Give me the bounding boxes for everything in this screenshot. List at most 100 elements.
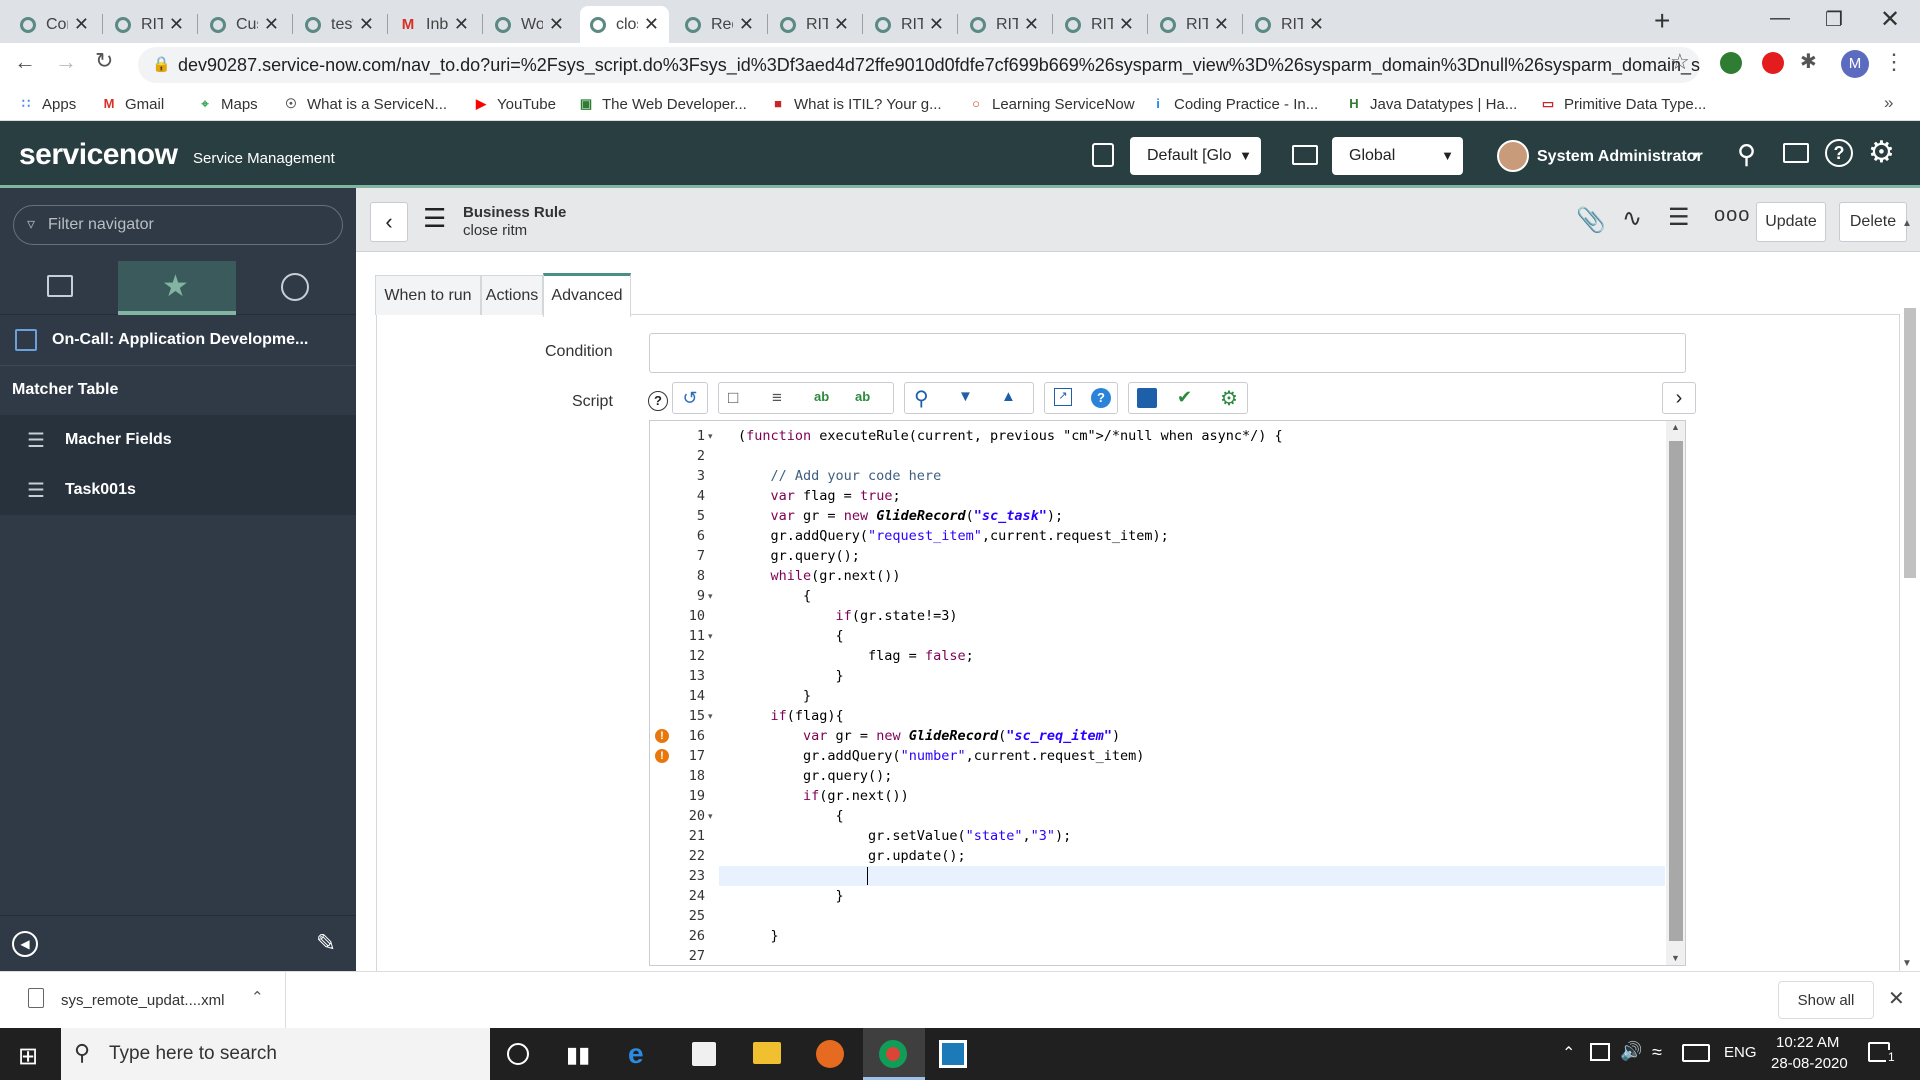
close-tab-icon[interactable]: ✕ — [549, 14, 564, 35]
back-icon[interactable]: ← — [14, 49, 36, 75]
update-set-icon[interactable] — [1092, 143, 1114, 167]
expand-toolbar-button[interactable]: › — [1662, 382, 1696, 414]
browser-tab[interactable]: RITM ✕ — [770, 6, 859, 43]
close-tab-icon[interactable]: ✕ — [834, 14, 849, 35]
history-clock-icon[interactable] — [281, 273, 309, 301]
tab-advanced[interactable]: Advanced — [543, 273, 631, 317]
user-name[interactable]: System Administrator — [1537, 148, 1703, 166]
user-menu-chevron-icon[interactable]: ▼ — [1690, 150, 1701, 162]
bookmark-item[interactable]: M Gmail — [101, 87, 165, 121]
close-tab-icon[interactable]: ✕ — [1119, 14, 1134, 35]
more-options-icon[interactable]: ooo — [1714, 204, 1750, 227]
sidebar-item-on-call[interactable]: On-Call: Application Developme... — [0, 315, 356, 365]
browser-tab[interactable]: close ✕ — [580, 6, 669, 43]
close-tab-icon[interactable]: ✕ — [1309, 14, 1324, 35]
address-bar[interactable]: 🔒 dev90287.service-now.com/nav_to.do?uri… — [138, 47, 1700, 83]
browser-tab[interactable]: RITM ✕ — [960, 6, 1049, 43]
browser-tab[interactable]: Requ ✕ — [675, 6, 764, 43]
warning-icon[interactable]: ! — [655, 729, 669, 743]
app-l-icon[interactable] — [939, 1040, 967, 1068]
taskbar-search-box[interactable]: ⚲ Type here to search — [61, 1028, 490, 1080]
scroll-up-icon[interactable]: ▲ — [1902, 218, 1912, 229]
debug-script-icon[interactable]: ✔ — [1177, 387, 1192, 408]
favorites-tab[interactable]: ★ — [118, 261, 236, 315]
bookmark-item[interactable]: i Coding Practice - In... — [1150, 87, 1318, 121]
close-tab-icon[interactable]: ✕ — [359, 14, 374, 35]
bookmark-item[interactable]: ⌖ Maps — [197, 87, 257, 121]
tab-actions[interactable]: Actions — [481, 275, 543, 315]
bookmark-item[interactable]: ○ Learning ServiceNow — [968, 87, 1135, 121]
close-tab-icon[interactable]: ✕ — [169, 14, 184, 35]
script-editor[interactable]: 1 ▾ 2 3 4 5 6 7 8 9 ▾ 10 11 ▾ 12 13 14 15 ▾ 16! 17! 18 19 20 ▾ 21… — [649, 420, 1686, 966]
close-tab-icon[interactable]: ✕ — [454, 14, 469, 35]
close-tab-icon[interactable]: ✕ — [644, 14, 659, 35]
scroll-down-icon[interactable]: ▼ — [1902, 958, 1912, 969]
forward-icon[interactable]: → — [55, 49, 77, 75]
close-download-shelf-icon[interactable]: ✕ — [1888, 986, 1905, 1011]
update-button[interactable]: Update — [1756, 202, 1826, 242]
find-next-icon[interactable]: ▼ — [958, 388, 973, 405]
show-hidden-icons-icon[interactable]: ⌃ — [1562, 1043, 1575, 1063]
servicenow-logo[interactable]: servicenow — [19, 138, 178, 172]
scroll-thumb[interactable] — [1904, 308, 1916, 578]
browser-tab[interactable]: RITM ✕ — [1245, 6, 1334, 43]
sidebar-module-matcher-table[interactable]: Matcher Table — [0, 365, 356, 415]
extension-globe-icon[interactable] — [1720, 52, 1742, 74]
settings-gear-icon[interactable]: ⚙ — [1868, 135, 1895, 170]
sidebar-item-task001s[interactable]: ☰ Task001s — [0, 465, 356, 515]
attachment-paperclip-icon[interactable]: 📎 — [1576, 206, 1606, 235]
close-tab-icon[interactable]: ✕ — [929, 14, 944, 35]
bookmark-item[interactable]: ■ What is ITIL? Your g... — [770, 87, 942, 121]
all-applications-icon[interactable] — [47, 275, 73, 297]
help-icon[interactable]: ? — [1825, 139, 1853, 167]
browser-tab[interactable]: Comr ✕ — [10, 6, 99, 43]
more-bookmarks-icon[interactable]: » — [1884, 93, 1893, 113]
update-set-select[interactable]: Default [Glo ▼ — [1130, 137, 1261, 175]
toggle-syntax-editor-icon[interactable]: ↺ — [672, 382, 708, 414]
bookmark-item[interactable]: ▣ The Web Developer... — [578, 87, 747, 121]
fold-toggle-icon[interactable]: ▾ — [708, 706, 713, 726]
scroll-down-icon[interactable]: ▼ — [1671, 953, 1680, 963]
browser-tab[interactable]: RITM ✕ — [1150, 6, 1239, 43]
keyboard-icon[interactable] — [1682, 1044, 1710, 1062]
close-tab-icon[interactable]: ✕ — [1214, 14, 1229, 35]
show-all-downloads-button[interactable]: Show all — [1778, 981, 1874, 1019]
back-button[interactable]: ‹ — [370, 202, 408, 242]
find-previous-icon[interactable]: ▲ — [1001, 388, 1016, 405]
global-search-icon[interactable]: ⚲ — [1737, 139, 1756, 170]
search-icon[interactable]: ⚲ — [914, 386, 929, 411]
domain-picker-icon[interactable] — [1292, 145, 1318, 165]
scroll-thumb[interactable] — [1669, 441, 1683, 941]
fold-toggle-icon[interactable]: ▾ — [708, 586, 713, 606]
domain-select[interactable]: Global ▼ — [1332, 137, 1463, 175]
close-tab-icon[interactable]: ✕ — [264, 14, 279, 35]
close-tab-icon[interactable]: ✕ — [1024, 14, 1039, 35]
cortana-icon[interactable] — [507, 1043, 529, 1065]
reload-icon[interactable]: ↻ — [95, 48, 113, 74]
battery-icon[interactable] — [1590, 1043, 1610, 1061]
clock-time[interactable]: 10:22 AM — [1776, 1034, 1839, 1051]
bookmark-item[interactable]: ▭ Primitive Data Type... — [1540, 87, 1706, 121]
fold-toggle-icon[interactable]: ▾ — [708, 426, 713, 446]
browser-tab[interactable]: M Inbox ✕ — [390, 6, 479, 43]
volume-icon[interactable]: 🔊 — [1620, 1041, 1642, 1062]
task-view-icon[interactable]: ▮▮ — [566, 1042, 590, 1068]
fullscreen-icon[interactable]: ↗ — [1054, 388, 1072, 406]
chevron-up-icon[interactable]: ⌃ — [251, 988, 264, 1006]
content-scrollbar[interactable]: ▲ ▼ — [1896, 218, 1920, 971]
chrome-taskbar-button[interactable] — [863, 1028, 925, 1080]
condition-input[interactable] — [649, 333, 1686, 373]
bookmark-item[interactable]: ☉ What is a ServiceN... — [283, 87, 447, 121]
script-syntax-help-icon[interactable]: ? — [1091, 388, 1111, 408]
browser-tab[interactable]: RITM ✕ — [1055, 6, 1144, 43]
scroll-up-icon[interactable]: ▲ — [1671, 422, 1680, 432]
sidebar-item-macher-fields[interactable]: ☰ Macher Fields — [0, 415, 356, 465]
format-code-icon[interactable]: ≡ — [772, 388, 782, 408]
browser-tab[interactable]: testin ✕ — [295, 6, 384, 43]
collapse-navigator-icon[interactable]: ◀ — [12, 931, 38, 957]
replace-all-icon[interactable]: ab — [855, 389, 870, 404]
connect-chat-icon[interactable] — [1783, 143, 1809, 163]
browser-menu-icon[interactable]: ⋮ — [1883, 49, 1905, 75]
extensions-puzzle-icon[interactable]: ✱ — [1800, 49, 1817, 74]
browser-tab[interactable]: RITM ✕ — [105, 6, 194, 43]
